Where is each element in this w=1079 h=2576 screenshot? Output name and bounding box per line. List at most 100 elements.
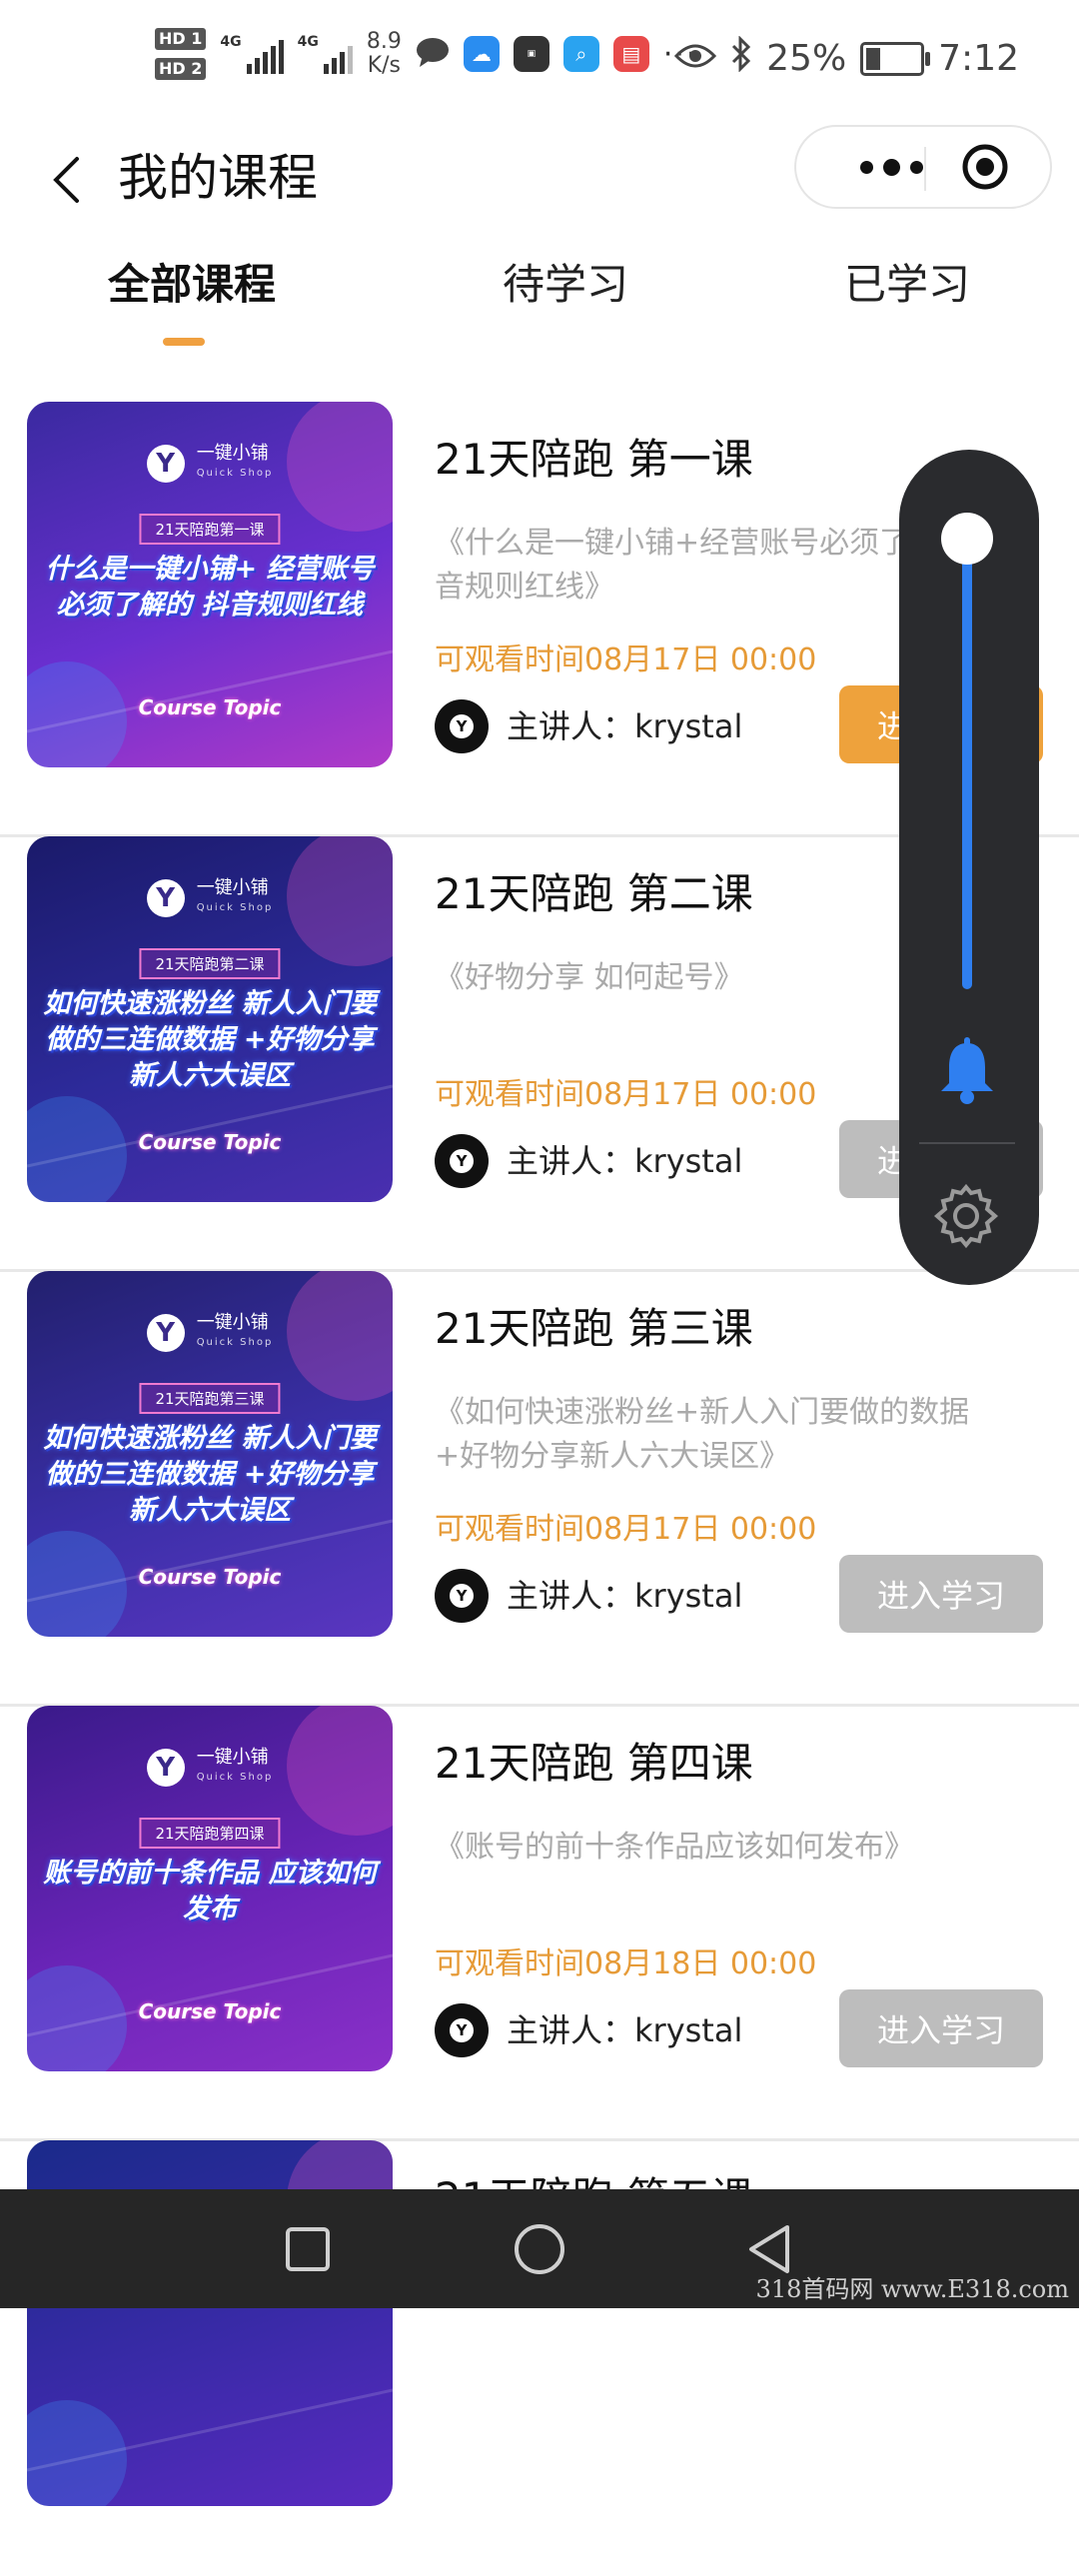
cover-topic: Course Topic bbox=[138, 1130, 282, 1154]
cover-topic: Course Topic bbox=[138, 1999, 282, 2023]
target-close-icon bbox=[962, 144, 1008, 190]
volume-slider-knob[interactable] bbox=[941, 513, 993, 566]
close-miniprogram-button[interactable] bbox=[961, 143, 1009, 191]
brand-logo-icon: Y bbox=[146, 1314, 185, 1352]
miniprogram-capsule bbox=[794, 125, 1052, 209]
back-arrow-icon bbox=[53, 157, 79, 203]
cover-tag: 21天陪跑第二课 bbox=[139, 948, 281, 979]
tab-learned[interactable]: 已学习 bbox=[844, 250, 970, 320]
settings-gear-icon[interactable] bbox=[933, 1183, 999, 1249]
course-cover-image[interactable]: Y 一键小铺 Quick Shop 21天陪跑第二课如何快速涨粉丝 新人入门要做的三连… bbox=[27, 836, 393, 1202]
eye-icon bbox=[674, 38, 717, 79]
course-description: 《账号的前十条作品应该如何发布》 bbox=[435, 1830, 914, 1865]
speaker-name: 主讲人：krystal bbox=[507, 1577, 743, 1615]
course-title[interactable]: 21天陪跑 第二课 bbox=[435, 866, 753, 922]
speed-value: 8.9 bbox=[366, 29, 402, 54]
speaker-avatar: Y bbox=[435, 1134, 489, 1188]
hd-badges: HD 1 HD 2 bbox=[155, 28, 207, 80]
bell-icon[interactable] bbox=[937, 1037, 997, 1107]
course-available-time: 可观看时间08月18日 00:00 bbox=[435, 1946, 817, 1981]
cover-brand: Y 一键小铺 Quick Shop bbox=[27, 1313, 393, 1353]
status-bar: HD 1 HD 2 4G 4G 8.9 K/s ☁ ▣ ⌕ ▤ ··· 25% bbox=[0, 0, 1079, 125]
course-item[interactable]: Y 一键小铺 Quick Shop 21天陪跑第三课如何快速涨粉丝 新人入门要做的三连… bbox=[0, 1271, 1079, 1707]
enter-study-button[interactable]: 进入学习 bbox=[839, 1989, 1043, 2067]
course-title[interactable]: 21天陪跑 第四课 bbox=[435, 1736, 753, 1792]
cover-brand-sub: Quick Shop bbox=[196, 902, 274, 913]
network-type-1: 4G bbox=[220, 34, 242, 50]
brand-logo-icon: Y bbox=[146, 445, 185, 483]
cover-brand-name: 一键小铺 bbox=[196, 1747, 269, 1768]
more-menu-button[interactable] bbox=[836, 127, 946, 207]
cover-headline: 如何快速涨粉丝 新人入门要做的三连做数据 +好物分享新人六大误区 bbox=[43, 1423, 377, 1526]
bluetooth-icon bbox=[730, 35, 752, 81]
active-tab-indicator bbox=[163, 338, 205, 346]
status-right: 25% 7:12 bbox=[674, 35, 1019, 81]
course-cover-image[interactable]: Y 一键小铺 Quick Shop 21天陪跑第四课账号的前十条作品 应该如何发布 Co… bbox=[27, 1706, 393, 2071]
home-button[interactable] bbox=[508, 2217, 571, 2281]
signal-icon-1: 4G bbox=[220, 34, 284, 74]
hd1-badge: HD 1 bbox=[155, 28, 207, 50]
tab-to-learn[interactable]: 待学习 bbox=[503, 250, 628, 320]
recent-apps-button[interactable] bbox=[276, 2217, 340, 2281]
square-icon bbox=[286, 2227, 330, 2271]
cover-topic: Course Topic bbox=[138, 695, 282, 719]
speaker-name: 主讲人：krystal bbox=[507, 707, 743, 745]
huawei-app-icon: ▣ bbox=[513, 36, 549, 72]
network-speed: 8.9 K/s bbox=[367, 30, 402, 78]
speaker-avatar: Y bbox=[435, 1569, 489, 1623]
browser-search-icon: ⌕ bbox=[562, 36, 599, 72]
enter-study-button[interactable]: 进入学习 bbox=[839, 1555, 1043, 1633]
cover-headline: 什么是一键小铺+ 经营账号必须了解的 抖音规则红线 bbox=[45, 554, 375, 621]
cover-brand-sub: Quick Shop bbox=[196, 1772, 274, 1783]
cover-headline: 账号的前十条作品 应该如何发布 bbox=[43, 1858, 377, 1925]
course-cover-image[interactable]: Y 一键小铺 Quick Shop 21天陪跑第一课什么是一键小铺+ 经营账号必须了解… bbox=[27, 402, 393, 767]
nav-header: 我的课程 bbox=[0, 125, 1079, 235]
cover-brand-sub: Quick Shop bbox=[196, 468, 274, 479]
course-available-time: 可观看时间08月17日 00:00 bbox=[435, 1077, 817, 1112]
course-item[interactable]: Y 一键小铺 Quick Shop 21天陪跑第四课账号的前十条作品 应该如何发布 Co… bbox=[0, 1706, 1079, 2141]
hd2-badge: HD 2 bbox=[155, 58, 207, 80]
course-description: 《如何快速涨粉丝+新人入门要做的数据+好物分享新人六大误区》 bbox=[435, 1395, 970, 1474]
volume-slider-fill bbox=[962, 539, 972, 989]
system-nav-bar: 318首码网 www.E318.com bbox=[0, 2189, 1079, 2308]
cover-brand: Y 一键小铺 Quick Shop bbox=[27, 1748, 393, 1788]
speaker-avatar: Y bbox=[435, 699, 489, 753]
cover-tag: 21天陪跑第四课 bbox=[139, 1818, 281, 1849]
circle-icon bbox=[515, 2224, 564, 2274]
cover-brand-name: 一键小铺 bbox=[196, 877, 269, 898]
back-button[interactable] bbox=[36, 145, 96, 215]
cover-brand: Y 一键小铺 Quick Shop bbox=[27, 878, 393, 918]
volume-divider bbox=[919, 1142, 1015, 1144]
course-available-time: 可观看时间08月17日 00:00 bbox=[435, 643, 817, 677]
cover-brand-name: 一键小铺 bbox=[196, 1312, 269, 1333]
tab-all-courses[interactable]: 全部课程 bbox=[108, 250, 276, 320]
cover-brand-sub: Quick Shop bbox=[196, 1337, 274, 1348]
cover-tag: 21天陪跑第一课 bbox=[139, 514, 281, 545]
capsule-divider bbox=[924, 147, 926, 191]
weather-app-icon: ☁ bbox=[463, 36, 500, 72]
speaker-name: 主讲人：krystal bbox=[507, 2011, 743, 2049]
battery-icon bbox=[860, 41, 931, 76]
speaker-name: 主讲人：krystal bbox=[507, 1142, 743, 1180]
signal-icon-2: 4G bbox=[298, 34, 353, 74]
clock: 7:12 bbox=[938, 38, 1019, 79]
speaker-avatar: Y bbox=[435, 2003, 489, 2057]
course-title[interactable]: 21天陪跑 第三课 bbox=[435, 1301, 753, 1357]
watermark: 318首码网 www.E318.com bbox=[755, 2275, 1069, 2303]
page-title: 我的课程 bbox=[118, 149, 318, 207]
brand-logo-icon: Y bbox=[146, 879, 185, 917]
course-tabs: 全部课程 待学习 已学习 bbox=[0, 250, 1079, 350]
cover-headline: 如何快速涨粉丝 新人入门要做的三连做数据 +好物分享新人六大误区 bbox=[43, 988, 377, 1091]
cover-tag: 21天陪跑第三课 bbox=[139, 1383, 281, 1414]
chat-bubble-icon bbox=[416, 37, 450, 71]
speed-unit: K/s bbox=[367, 53, 401, 78]
book-app-icon: ▤ bbox=[612, 36, 649, 72]
course-title[interactable]: 21天陪跑 第一课 bbox=[435, 432, 753, 488]
cover-topic: Course Topic bbox=[138, 1565, 282, 1589]
status-left: HD 1 HD 2 4G 4G 8.9 K/s ☁ ▣ ⌕ ▤ ··· bbox=[155, 28, 697, 80]
cover-brand-name: 一键小铺 bbox=[196, 443, 269, 464]
course-cover-image[interactable]: Y 一键小铺 Quick Shop 21天陪跑第三课如何快速涨粉丝 新人入门要做的三连… bbox=[27, 1271, 393, 1637]
battery-percent: 25% bbox=[766, 38, 847, 79]
course-available-time: 可观看时间08月17日 00:00 bbox=[435, 1512, 817, 1547]
brand-logo-icon: Y bbox=[146, 1749, 185, 1787]
